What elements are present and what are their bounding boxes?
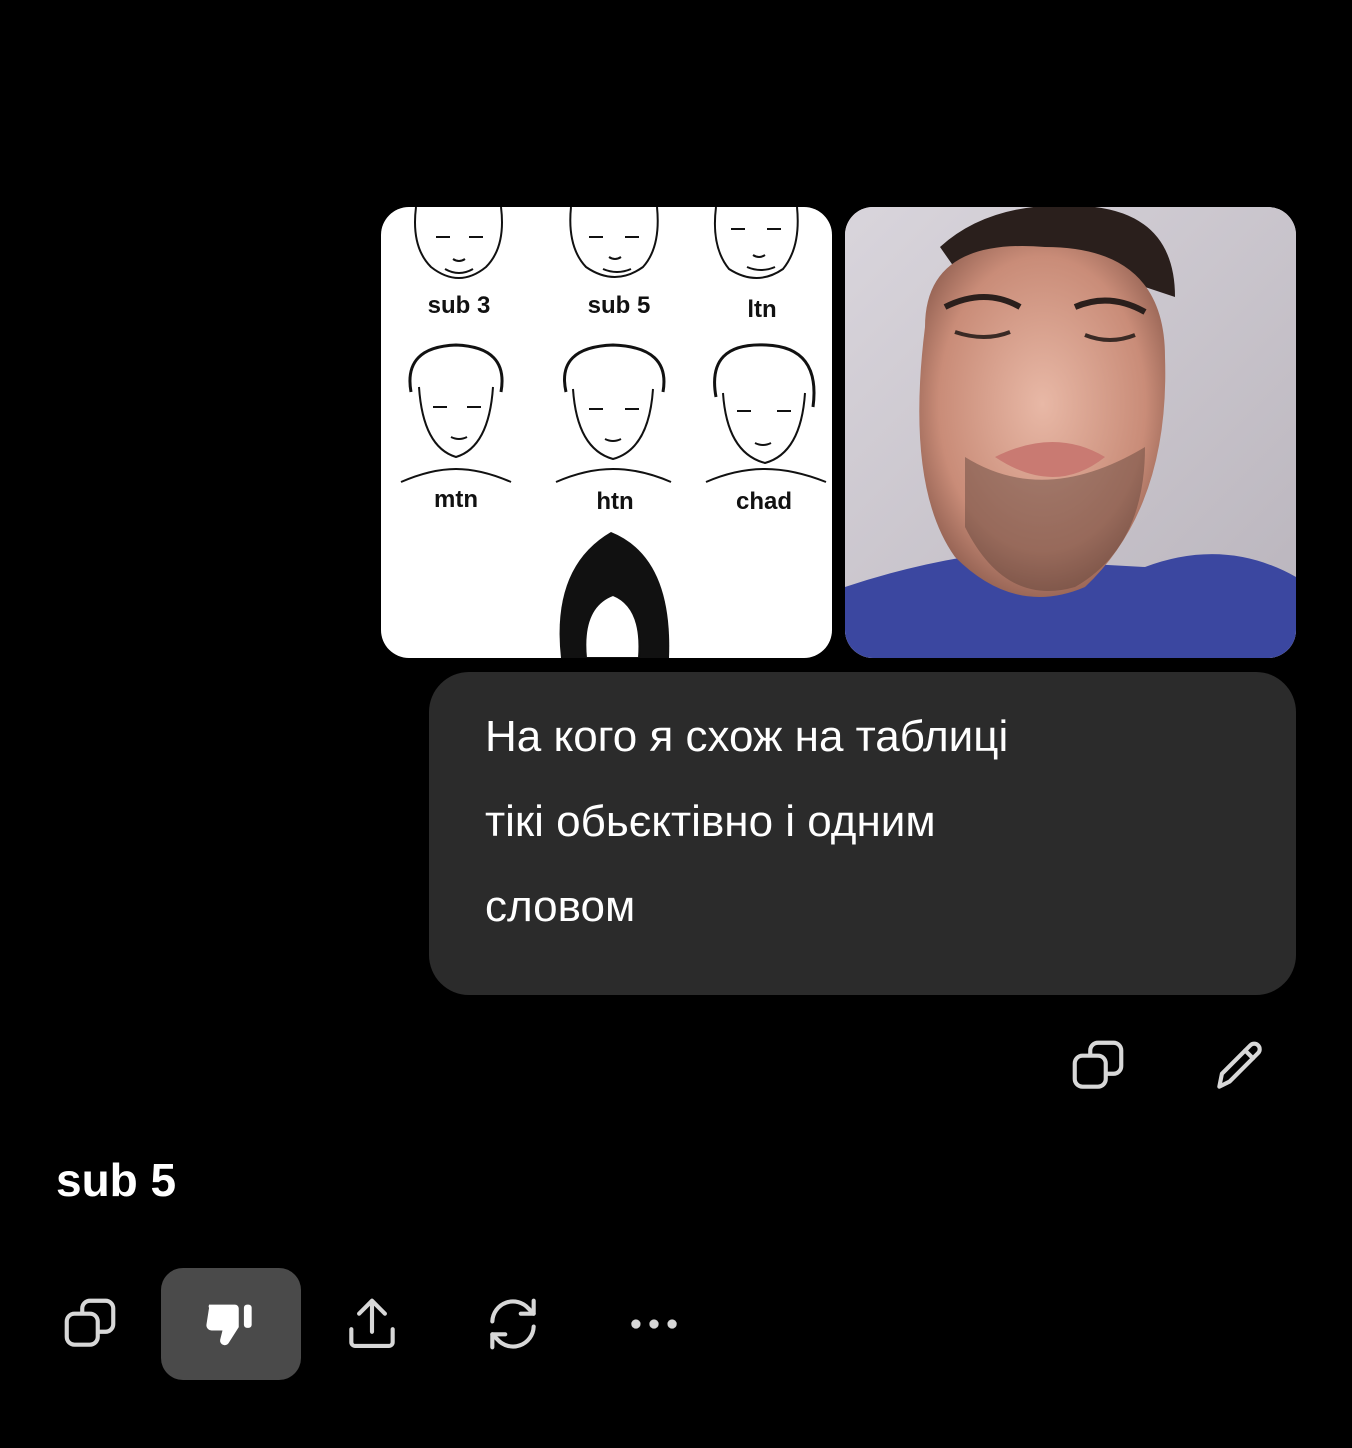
more-icon bbox=[631, 1319, 677, 1329]
user-message-line-3: словом bbox=[485, 882, 636, 931]
assistant-copy-button[interactable] bbox=[54, 1288, 126, 1360]
user-message-bubble: На кого я схож на таблиці тікі обьєктівн… bbox=[429, 672, 1296, 995]
selfie-photo-image[interactable] bbox=[845, 207, 1296, 658]
copy-icon bbox=[1072, 1040, 1124, 1089]
more-options-button[interactable] bbox=[618, 1288, 690, 1360]
chart-label-chad: chad bbox=[736, 488, 792, 515]
selfie-photo-drawing bbox=[845, 207, 1296, 658]
face-chart-image[interactable]: sub 3 sub 5 ltn mtn htn chad bbox=[381, 207, 832, 658]
user-message-line-2: тікі обьєктівно і одним bbox=[485, 797, 936, 846]
user-message-line-1: На кого я схож на таблиці bbox=[485, 712, 1009, 761]
share-button[interactable] bbox=[336, 1288, 408, 1360]
chart-label-sub3: sub 3 bbox=[428, 292, 491, 319]
dislike-button[interactable] bbox=[161, 1268, 301, 1380]
regenerate-button[interactable] bbox=[477, 1288, 549, 1360]
user-copy-button[interactable] bbox=[1062, 1030, 1134, 1102]
edit-message-button[interactable] bbox=[1204, 1030, 1276, 1102]
chart-label-sub5: sub 5 bbox=[588, 292, 651, 319]
assistant-message-text: sub 5 bbox=[56, 1154, 177, 1206]
share-icon bbox=[349, 1298, 395, 1349]
chart-label-ltn: ltn bbox=[747, 296, 776, 323]
chart-label-htn: htn bbox=[596, 488, 633, 515]
face-chart-drawing: sub 3 sub 5 ltn mtn htn chad bbox=[400, 207, 827, 658]
chart-label-mtn: mtn bbox=[434, 486, 478, 513]
pencil-icon bbox=[1217, 1041, 1262, 1089]
user-message-text: На кого я схож на таблиці тікі обьєктівн… bbox=[485, 694, 1240, 949]
refresh-icon bbox=[490, 1298, 536, 1350]
copy-icon bbox=[64, 1298, 116, 1347]
thumbs-down-icon bbox=[206, 1304, 252, 1346]
